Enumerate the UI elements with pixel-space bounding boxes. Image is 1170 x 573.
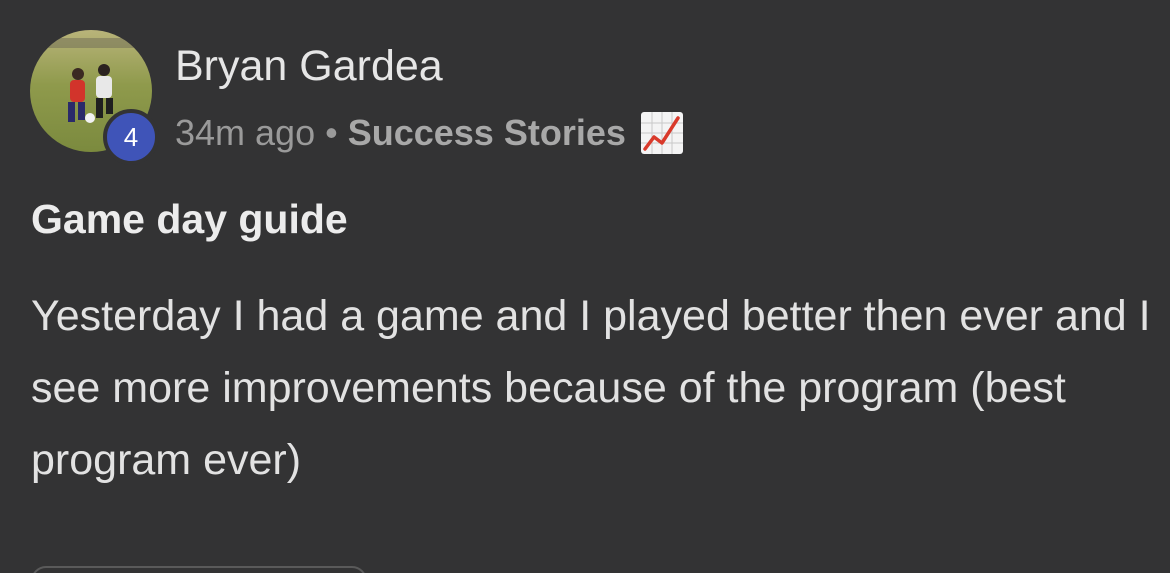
category-link[interactable]: Success Stories [348,112,626,154]
level-badge: 4 [103,109,159,165]
post-time: 34m ago [175,112,316,153]
post-card: 4 Bryan Gardea 34m ago • Success Stories… [0,0,1170,573]
post-title: Game day guide [31,196,348,242]
post-meta: 34m ago • Success Stories [175,106,684,160]
reaction-bar[interactable] [31,566,367,573]
chart-increasing-icon [640,111,684,155]
author-name[interactable]: Bryan Gardea [175,38,443,94]
meta-separator: • [325,112,338,153]
post-body: Yesterday I had a game and I played bett… [31,292,1151,484]
